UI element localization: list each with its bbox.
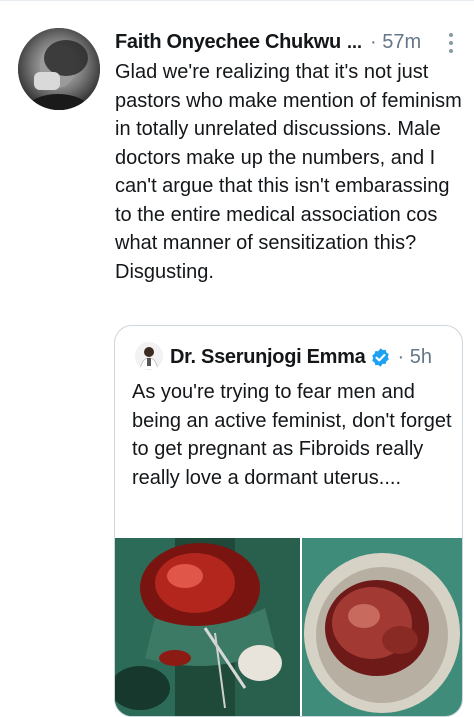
author-avatar[interactable]	[18, 28, 100, 110]
surgery-photo[interactable]	[115, 538, 300, 716]
top-divider	[0, 0, 474, 1]
quoted-tweet-card[interactable]: Dr. Sserunjogi Emma · 5h As you're tryin…	[114, 325, 463, 717]
verified-badge-icon	[372, 347, 390, 367]
fibroid-specimen-photo[interactable]	[302, 538, 462, 716]
more-vertical-icon[interactable]	[448, 33, 454, 55]
quoted-author-name: Dr. Sserunjogi Emma	[170, 345, 366, 368]
tweet-text: Glad we're realizing that it's not just …	[115, 61, 462, 283]
quoted-tweet-timestamp: · 5h	[397, 345, 432, 368]
quoted-tweet-header: Dr. Sserunjogi Emma · 5h	[170, 342, 432, 372]
quoted-author-avatar	[135, 342, 163, 370]
name-ellipsis: ...	[346, 31, 362, 52]
author-name[interactable]: Faith Onyechee Chukwu	[115, 31, 341, 54]
quoted-tweet-text: As you're trying to fear men and being a…	[132, 381, 452, 489]
tweet-header: Faith Onyechee Chukwu ... · 57m	[115, 27, 460, 57]
tweet-timestamp[interactable]: · 57m	[370, 31, 421, 54]
